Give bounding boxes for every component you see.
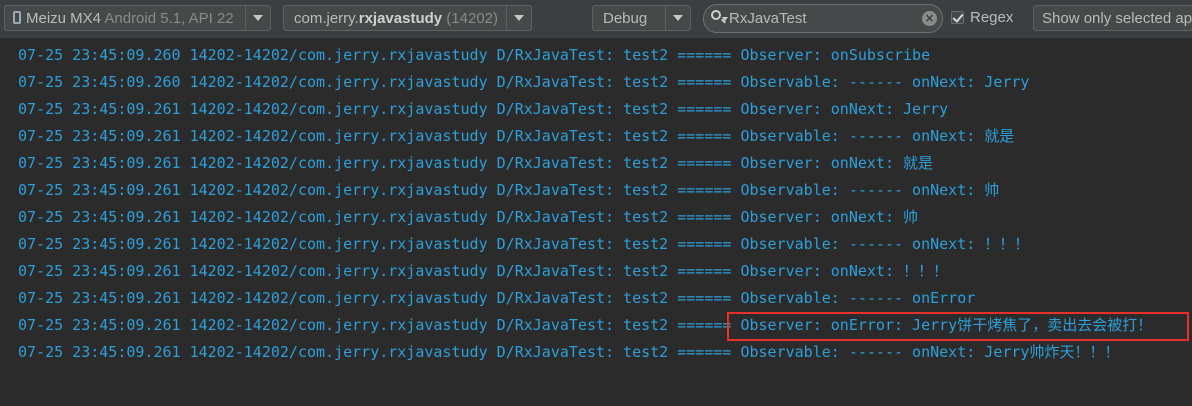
clear-search-icon[interactable]: ×	[922, 11, 937, 26]
search-icon[interactable]	[711, 10, 721, 20]
logcat-window: Meizu MX4 Android 5.1, API 22 com.jerry.…	[0, 0, 1192, 406]
log-line: 07-25 23:45:09.260 14202-14202/com.jerry…	[18, 73, 1030, 91]
filter-selector[interactable]: Show only selected ap	[1033, 5, 1192, 31]
chevron-down-icon	[673, 15, 683, 21]
chevron-down-icon	[514, 15, 524, 21]
log-level-value: Debug	[603, 10, 648, 27]
process-selector[interactable]: com.jerry.rxjavastudy (14202)	[283, 5, 532, 31]
device-phone-icon	[13, 11, 21, 24]
regex-label: Regex	[970, 9, 1014, 26]
log-line: 07-25 23:45:09.261 14202-14202/com.jerry…	[18, 181, 1000, 199]
filter-value: Show only selected ap	[1042, 10, 1192, 27]
device-selector[interactable]: Meizu MX4 Android 5.1, API 22	[4, 5, 271, 31]
process-pid: (14202)	[446, 10, 498, 27]
log-line: 07-25 23:45:09.261 14202-14202/com.jerry…	[18, 262, 949, 280]
search-field[interactable]: ×	[703, 4, 943, 33]
log-line: 07-25 23:45:09.260 14202-14202/com.jerry…	[18, 46, 931, 64]
log-line: 07-25 23:45:09.261 14202-14202/com.jerry…	[18, 343, 1120, 361]
device-name: Meizu MX4	[26, 10, 102, 27]
regex-toggle[interactable]: Regex	[951, 9, 1013, 29]
log-line: 07-25 23:45:09.261 14202-14202/com.jerry…	[18, 289, 976, 307]
chevron-down-icon	[253, 15, 263, 21]
log-output[interactable]: 07-25 23:45:09.260 14202-14202/com.jerry…	[0, 39, 1192, 406]
search-history-caret-icon[interactable]	[722, 17, 728, 21]
search-input[interactable]	[729, 9, 919, 28]
device-details: Android 5.1, API 22	[104, 10, 234, 27]
process-prefix: com.jerry.	[294, 10, 359, 27]
regex-checkbox[interactable]	[951, 11, 964, 24]
log-line: 07-25 23:45:09.261 14202-14202/com.jerry…	[18, 316, 1153, 334]
log-line: 07-25 23:45:09.261 14202-14202/com.jerry…	[18, 100, 949, 118]
log-line: 07-25 23:45:09.261 14202-14202/com.jerry…	[18, 235, 1030, 253]
logcat-toolbar: Meizu MX4 Android 5.1, API 22 com.jerry.…	[0, 0, 1192, 39]
process-name: rxjavastudy	[358, 10, 443, 27]
log-line: 07-25 23:45:09.261 14202-14202/com.jerry…	[18, 127, 1015, 145]
log-line: 07-25 23:45:09.261 14202-14202/com.jerry…	[18, 208, 919, 226]
process-dropdown-arrow[interactable]	[506, 6, 531, 30]
log-level-dropdown-arrow[interactable]	[665, 6, 690, 30]
log-line: 07-25 23:45:09.261 14202-14202/com.jerry…	[18, 154, 934, 172]
log-level-selector[interactable]: Debug	[592, 5, 691, 31]
device-dropdown-arrow[interactable]	[245, 6, 270, 30]
